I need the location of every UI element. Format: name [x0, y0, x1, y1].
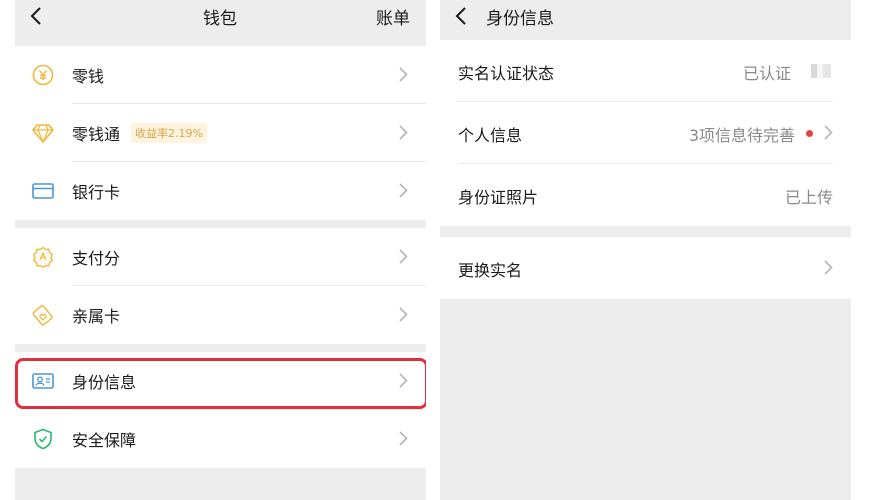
diamond-icon	[31, 122, 55, 144]
wallet-item-identity[interactable]: 身份信息	[15, 352, 426, 410]
wallet-group-security: 身份信息 安全保障	[15, 352, 426, 468]
identity-top-bar: 身份信息	[440, 0, 851, 38]
shield-icon	[32, 428, 54, 450]
chevron-right-icon	[824, 260, 833, 275]
identity-panel: 身份信息 实名认证状态 已认证 个人信息 3项信息待完善 身份证照片 已上传 更…	[440, 0, 851, 500]
chevron-right-icon	[399, 183, 408, 198]
verification-status: 已认证	[742, 64, 791, 83]
wallet-item-pay-score[interactable]: 支付分	[15, 228, 426, 286]
wallet-item-bank-card[interactable]: 银行卡	[15, 162, 426, 220]
chevron-right-icon	[399, 125, 408, 140]
wallet-item-lingqiantong[interactable]: 零钱通 收益率2.19%	[15, 104, 426, 162]
page-title: 身份信息	[486, 9, 554, 29]
wallet-group-credit: 支付分 亲属卡	[15, 228, 426, 344]
bill-button[interactable]: 账单	[376, 4, 410, 29]
yield-badge: 收益率2.19%	[131, 123, 207, 143]
chevron-right-icon	[824, 125, 833, 140]
chevron-right-icon	[399, 67, 408, 82]
identity-group-info: 实名认证状态 已认证 个人信息 3项信息待完善 身份证照片 已上传	[440, 40, 851, 226]
back-arrow-icon[interactable]	[454, 6, 470, 26]
wallet-item-label: 零钱通	[72, 125, 121, 144]
row-label: 身份证照片	[458, 188, 539, 207]
identity-row-id-photo[interactable]: 身份证照片 已上传	[440, 164, 851, 226]
row-label: 个人信息	[458, 126, 523, 145]
wallet-panel: 钱包 账单 零钱 零钱通 收益率2.19% 银行卡 支付分 亲属卡 身份信息 安…	[15, 0, 426, 500]
bank-card-icon	[32, 180, 54, 202]
chevron-right-icon	[399, 307, 408, 322]
notification-dot	[806, 130, 813, 137]
row-label: 实名认证状态	[458, 64, 555, 83]
chevron-right-icon	[399, 249, 408, 264]
credit-score-icon	[32, 246, 54, 269]
identity-row-change-name[interactable]: 更换实名	[440, 237, 851, 299]
wallet-item-label: 支付分	[72, 249, 121, 268]
identity-group-change: 更换实名	[440, 237, 851, 299]
wallet-item-change[interactable]: 零钱	[15, 46, 426, 104]
coin-icon	[32, 64, 54, 86]
blurred-region	[811, 64, 831, 78]
id-photo-status: 已上传	[784, 188, 833, 207]
wallet-item-label: 身份信息	[72, 373, 137, 392]
back-arrow-icon[interactable]	[29, 6, 45, 26]
chevron-right-icon	[399, 431, 408, 446]
wallet-group-balance: 零钱 零钱通 收益率2.19% 银行卡	[15, 46, 426, 220]
wallet-item-family-card[interactable]: 亲属卡	[15, 286, 426, 344]
wallet-item-security[interactable]: 安全保障	[15, 410, 426, 468]
id-card-icon	[32, 370, 54, 392]
wallet-item-label: 安全保障	[72, 431, 137, 450]
wallet-item-label: 银行卡	[72, 183, 121, 202]
page-title: 钱包	[203, 9, 237, 29]
personal-info-status: 3项信息待完善	[688, 126, 795, 145]
identity-row-personal-info[interactable]: 个人信息 3项信息待完善	[440, 102, 851, 164]
wallet-item-label: 亲属卡	[72, 307, 121, 326]
identity-row-verification[interactable]: 实名认证状态 已认证	[440, 40, 851, 102]
family-card-icon	[32, 304, 54, 326]
row-label: 更换实名	[458, 261, 523, 280]
wallet-item-label: 零钱	[72, 67, 105, 86]
wallet-top-bar: 钱包 账单	[15, 0, 426, 38]
chevron-right-icon	[399, 373, 408, 388]
